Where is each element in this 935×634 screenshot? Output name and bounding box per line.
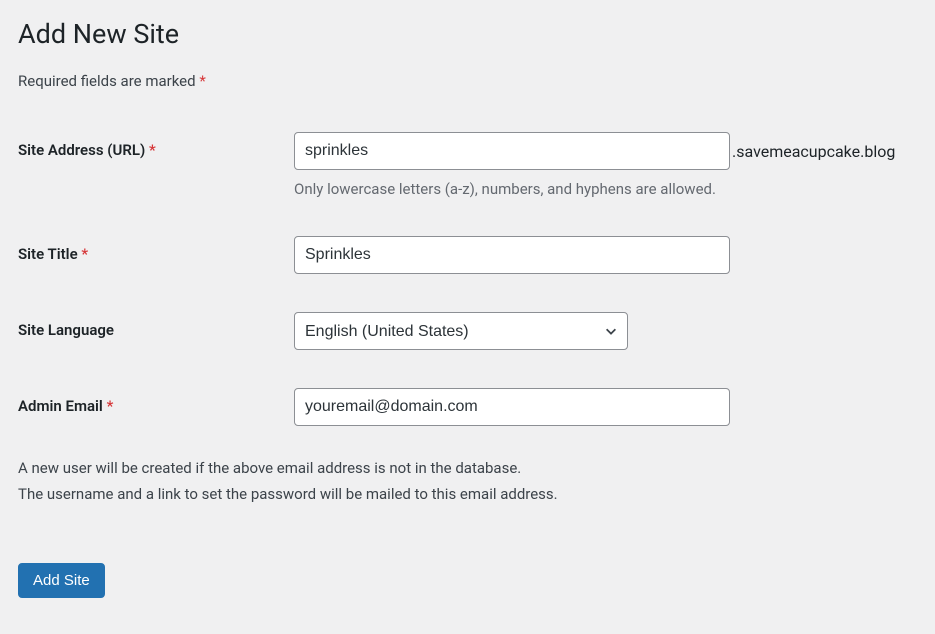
page-title: Add New Site — [18, 18, 917, 50]
site-language-label: Site Language — [18, 321, 114, 339]
admin-email-input[interactable] — [294, 388, 730, 426]
email-info-line1: A new user will be created if the above … — [18, 456, 917, 482]
site-title-row: Site Title * — [18, 236, 917, 274]
site-language-select[interactable]: English (United States) — [294, 312, 628, 350]
site-address-input[interactable] — [294, 132, 730, 170]
site-language-row: Site Language English (United States) — [18, 312, 917, 350]
site-address-row: Site Address (URL) * .savemeacupcake.blo… — [18, 132, 917, 198]
email-info-block: A new user will be created if the above … — [18, 456, 917, 507]
site-title-label: Site Title * — [18, 245, 88, 263]
required-marker-icon: * — [107, 397, 114, 415]
admin-email-row: Admin Email * — [18, 388, 917, 426]
admin-email-label: Admin Email * — [18, 397, 113, 415]
required-fields-note: Required fields are marked * — [18, 72, 917, 90]
required-marker-icon: * — [199, 72, 205, 90]
site-address-label: Site Address (URL) * — [18, 141, 156, 159]
domain-suffix: .savemeacupcake.blog — [732, 142, 895, 161]
email-info-line2: The username and a link to set the passw… — [18, 482, 917, 508]
required-marker-icon: * — [149, 141, 156, 159]
site-address-help: Only lowercase letters (a-z), numbers, a… — [294, 180, 917, 198]
required-marker-icon: * — [81, 245, 88, 263]
add-site-button[interactable]: Add Site — [18, 563, 105, 598]
site-title-input[interactable] — [294, 236, 730, 274]
